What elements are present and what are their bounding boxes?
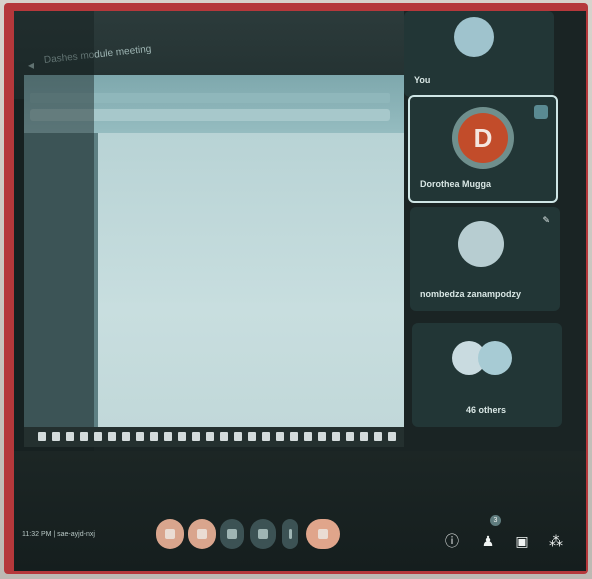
taskbar-app-icon bbox=[346, 432, 354, 441]
activities-icon[interactable]: ⁂ bbox=[548, 533, 564, 549]
pin-icon[interactable] bbox=[534, 105, 548, 119]
taskbar-app-icon bbox=[276, 432, 284, 441]
taskbar-app-icon bbox=[248, 432, 256, 441]
taskbar-app-icon bbox=[262, 432, 270, 441]
taskbar-app-icon bbox=[360, 432, 368, 441]
taskbar-app-icon bbox=[164, 432, 172, 441]
taskbar-app-icon bbox=[318, 432, 326, 441]
taskbar-app-icon bbox=[234, 432, 242, 441]
camera-button[interactable] bbox=[188, 519, 216, 549]
avatar bbox=[458, 221, 504, 267]
present-button[interactable] bbox=[250, 519, 276, 549]
captions-button[interactable] bbox=[220, 519, 244, 549]
mic-button[interactable] bbox=[156, 519, 184, 549]
taskbar-app-icon bbox=[80, 432, 88, 441]
people-icon[interactable]: ♟ bbox=[480, 533, 496, 549]
captions-icon bbox=[227, 529, 237, 539]
taskbar-app-icon bbox=[178, 432, 186, 441]
meeting-controls-bar: 11:32 PM | sae-ayjd-nxj ⓘ ♟ 3 ▣ ⁂ bbox=[14, 451, 586, 571]
info-icon[interactable]: ⓘ bbox=[444, 533, 460, 549]
avatar-initial: D bbox=[473, 122, 493, 153]
taskbar-app-icon bbox=[220, 432, 228, 441]
chat-icon[interactable]: ▣ bbox=[514, 533, 530, 549]
participant-tile[interactable]: ✎ nombedza zanampodzy bbox=[410, 207, 560, 311]
more-icon bbox=[288, 529, 292, 539]
more-options-button[interactable] bbox=[282, 519, 298, 549]
taskbar-app-icon bbox=[304, 432, 312, 441]
camera-icon bbox=[197, 529, 207, 539]
photo-background: ◂ Dashes module meeting You D Dorothea M… bbox=[0, 0, 592, 579]
people-count-badge: 3 bbox=[490, 515, 501, 526]
taskbar-app-icon bbox=[192, 432, 200, 441]
taskbar-icon-row bbox=[38, 432, 396, 442]
shared-page-content bbox=[98, 133, 404, 427]
participant-name: You bbox=[414, 75, 431, 85]
taskbar-app-icon bbox=[290, 432, 298, 441]
participant-name: nombedza zanampodzy bbox=[420, 289, 522, 299]
mic-icon bbox=[165, 529, 175, 539]
taskbar-app-icon bbox=[374, 432, 382, 441]
taskbar-app-icon bbox=[388, 432, 396, 441]
end-call-icon bbox=[318, 529, 328, 539]
present-icon bbox=[258, 529, 268, 539]
taskbar-app-icon bbox=[66, 432, 74, 441]
taskbar-app-icon bbox=[38, 432, 46, 441]
taskbar-app-icon bbox=[52, 432, 60, 441]
taskbar-app-icon bbox=[136, 432, 144, 441]
meeting-clock-code: 11:32 PM | sae-ayjd-nxj bbox=[22, 531, 95, 538]
participant-name: Dorothea Mugga bbox=[420, 179, 491, 189]
participant-name: 46 others bbox=[466, 405, 507, 415]
taskbar-app-icon bbox=[150, 432, 158, 441]
avatar bbox=[478, 341, 512, 375]
avatar bbox=[454, 17, 494, 57]
monitor-bezel: ◂ Dashes module meeting You D Dorothea M… bbox=[4, 3, 588, 574]
mic-off-icon: ✎ bbox=[542, 215, 550, 225]
taskbar-app-icon bbox=[94, 432, 102, 441]
taskbar-app-icon bbox=[332, 432, 340, 441]
taskbar-app-icon bbox=[122, 432, 130, 441]
participant-tile-self[interactable]: You bbox=[404, 11, 554, 97]
participant-tile-others[interactable]: 46 others bbox=[412, 323, 562, 427]
taskbar-app-icon bbox=[206, 432, 214, 441]
meeting-screen: ◂ Dashes module meeting You D Dorothea M… bbox=[14, 11, 586, 571]
participant-tile-active[interactable]: D Dorothea Mugga bbox=[408, 95, 558, 203]
avatar: D bbox=[458, 113, 508, 163]
taskbar-app-icon bbox=[108, 432, 116, 441]
shared-taskbar bbox=[24, 427, 404, 447]
end-call-button[interactable] bbox=[306, 519, 340, 549]
